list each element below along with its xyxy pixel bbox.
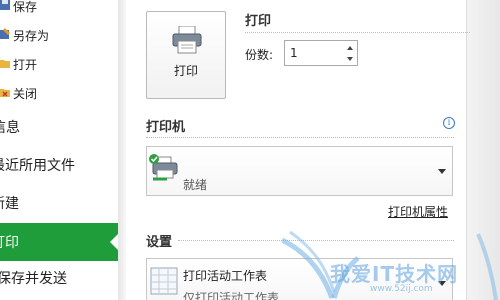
printer-ready-icon bbox=[149, 153, 181, 187]
watermark-text: 我爱IT技术网 bbox=[330, 262, 459, 286]
sidebar-item-new[interactable]: 新建 bbox=[0, 188, 109, 218]
sidebar-item-label: 打印 bbox=[0, 235, 19, 251]
sidebar-item-label: 信息 bbox=[0, 120, 20, 136]
copies-stepper[interactable]: 1 bbox=[284, 40, 358, 66]
printer-icon bbox=[171, 25, 203, 58]
sidebar-item-label: 关闭 bbox=[13, 86, 38, 101]
print-scope-description: 仅打印活动工作表 bbox=[183, 291, 280, 300]
copies-label: 份数: bbox=[245, 48, 274, 62]
watermark-url: www.52ij.com bbox=[370, 284, 433, 294]
sidebar-item-save[interactable]: 保存 bbox=[0, 0, 118, 17]
close-icon bbox=[0, 86, 10, 100]
printer-properties-link[interactable]: 打印机属性 bbox=[388, 203, 448, 220]
stepper-up-icon[interactable] bbox=[347, 46, 353, 50]
settings-section-title: 设置 bbox=[146, 235, 173, 250]
sidebar-item-open[interactable]: 打开 bbox=[0, 53, 118, 75]
printer-section-title: 打印机 bbox=[146, 120, 186, 135]
save-icon bbox=[0, 0, 10, 13]
section-divider bbox=[178, 240, 454, 241]
sidebar-item-label: 保存 bbox=[13, 0, 38, 14]
stepper-down-icon[interactable] bbox=[347, 57, 353, 61]
print-scope-title: 打印活动工作表 bbox=[183, 269, 268, 283]
save-as-icon bbox=[0, 28, 10, 42]
panel-divider bbox=[118, 0, 126, 300]
open-folder-icon bbox=[0, 57, 10, 71]
chevron-down-icon bbox=[438, 169, 446, 174]
sidebar-item-label: 另存为 bbox=[13, 28, 50, 43]
section-divider bbox=[146, 137, 454, 138]
print-button-label: 打印 bbox=[173, 64, 198, 78]
printer-status: 就绪 bbox=[183, 178, 208, 192]
sidebar-item-save-as[interactable]: 另存为 bbox=[0, 24, 118, 46]
sidebar-item-print[interactable]: 打印 bbox=[0, 223, 118, 261]
sidebar-item-close[interactable]: 关闭 bbox=[0, 82, 118, 104]
info-icon[interactable]: i bbox=[443, 117, 455, 129]
printer-dropdown[interactable]: 就绪 bbox=[146, 146, 453, 196]
sidebar-item-save-send[interactable]: 保存并发送 bbox=[0, 263, 115, 293]
sidebar-item-recent[interactable]: 最近所用文件 bbox=[0, 150, 109, 180]
sidebar-item-label: 最近所用文件 bbox=[0, 158, 75, 174]
copies-value: 1 bbox=[290, 46, 298, 60]
backstage-sidebar: 保存 另存为 打开 关闭 信息 最近所用文件 新建 bbox=[0, 0, 118, 300]
print-section-title: 打印 bbox=[245, 14, 272, 29]
sidebar-item-label: 新建 bbox=[0, 196, 19, 212]
backstage-print-view: 保存 另存为 打开 关闭 信息 最近所用文件 新建 bbox=[0, 0, 500, 300]
sidebar-item-label: 保存并发送 bbox=[0, 271, 67, 287]
section-divider bbox=[245, 32, 470, 33]
print-button[interactable]: 打印 bbox=[146, 11, 226, 99]
sidebar-item-info[interactable]: 信息 bbox=[0, 112, 110, 142]
preview-pane-edge bbox=[466, 0, 500, 300]
sidebar-item-label: 打开 bbox=[13, 57, 38, 72]
worksheet-icon bbox=[150, 267, 178, 299]
